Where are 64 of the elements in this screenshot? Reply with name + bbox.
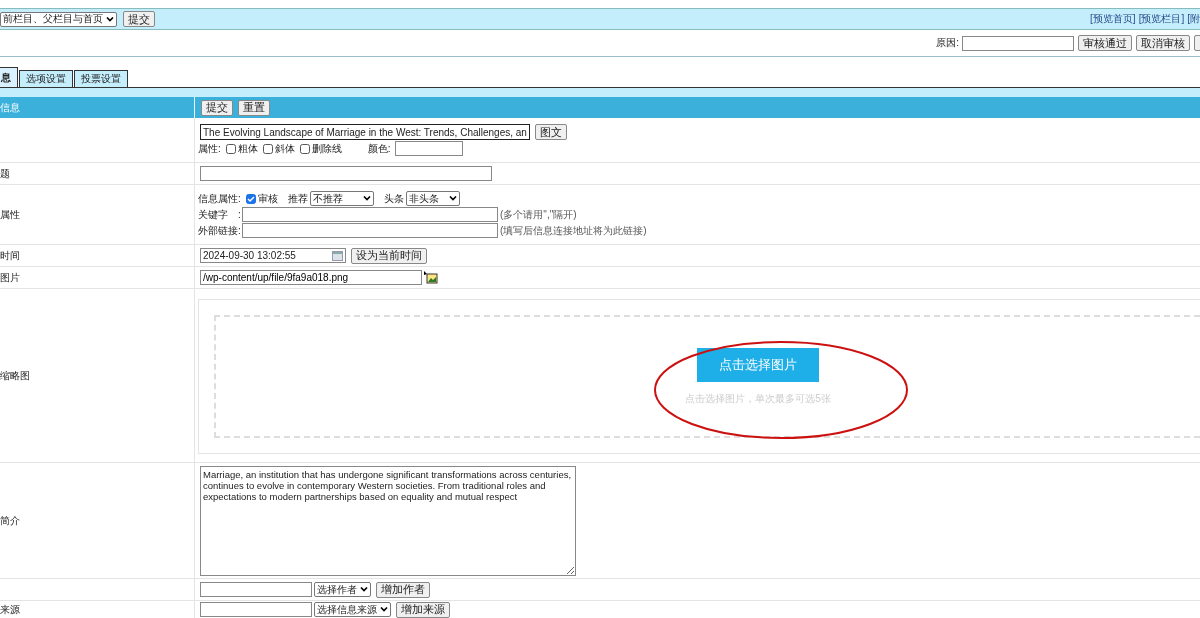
add-author-button[interactable]: 增加作者 bbox=[376, 581, 430, 598]
set-current-time-button[interactable]: 设为当前时间 bbox=[351, 247, 427, 264]
field-label: 缩略图 bbox=[0, 368, 30, 383]
attribute-label: 属性: bbox=[198, 141, 221, 156]
caret-icon bbox=[362, 196, 371, 201]
author-field[interactable] bbox=[200, 582, 312, 597]
reason-field[interactable] bbox=[962, 35, 1074, 51]
section-header: 信息 bbox=[0, 100, 20, 115]
field-label: 图片 bbox=[0, 270, 20, 285]
checkbox[interactable] bbox=[262, 143, 273, 154]
field-label: 属性 bbox=[0, 207, 20, 222]
color-label: 颜色: bbox=[367, 141, 391, 156]
recommend-label: 推荐 bbox=[287, 191, 308, 206]
caret-icon bbox=[380, 607, 388, 612]
external-link-hint: (填写后信息连接地址将为此链接) bbox=[500, 223, 647, 238]
tab[interactable]: 投票设置 bbox=[74, 70, 128, 87]
review-button[interactable]: 取消审核 bbox=[1136, 35, 1190, 51]
field-label: 题 bbox=[0, 166, 10, 181]
tab[interactable]: 选项设置 bbox=[19, 70, 73, 87]
author-select[interactable]: 选择作者 bbox=[314, 582, 371, 597]
external-link-field[interactable] bbox=[242, 223, 498, 238]
field-label: 简介 bbox=[0, 513, 20, 528]
preview-link[interactable]: [预览首页] bbox=[1090, 12, 1136, 26]
date-field[interactable]: 2024-09-30 13:02:55 bbox=[200, 248, 346, 263]
checkbox[interactable] bbox=[225, 143, 236, 154]
scope-select[interactable]: 前栏目、父栏目与首页 bbox=[0, 11, 117, 27]
calendar-icon[interactable] bbox=[332, 250, 343, 261]
color-field[interactable] bbox=[394, 141, 463, 156]
add-source-button[interactable]: 增加来源 bbox=[396, 601, 450, 618]
keyword-hint: (多个请用","隔开) bbox=[500, 207, 577, 222]
keyword-label: 关键字 : bbox=[198, 207, 238, 222]
checkbox[interactable] bbox=[245, 193, 256, 204]
checkbox-label: 删除线 bbox=[311, 141, 342, 156]
external-link-label: 外部链接: bbox=[198, 223, 238, 238]
checkbox-label: 斜体 bbox=[274, 141, 295, 156]
review-button[interactable]: 审核通过 bbox=[1078, 35, 1132, 51]
image-icon[interactable] bbox=[424, 270, 438, 285]
headline-select[interactable]: 非头条 bbox=[405, 191, 460, 206]
checkbox-label: 粗体 bbox=[237, 141, 258, 156]
submit-button[interactable]: 提交 bbox=[123, 11, 155, 27]
title-field[interactable]: The Evolving Landscape of Marriage in the West: Trends, Challenges, an bbox=[200, 124, 530, 140]
form-button[interactable]: 提交 bbox=[201, 99, 233, 116]
preview-link[interactable]: [附 bbox=[1187, 12, 1200, 26]
source-select[interactable]: 选择信息来源 bbox=[314, 602, 391, 617]
subtitle-field[interactable] bbox=[200, 166, 492, 181]
recommend-select[interactable]: 不推荐 bbox=[309, 191, 374, 206]
keyword-field[interactable] bbox=[242, 207, 498, 222]
checkbox-label: 审核 bbox=[257, 191, 278, 206]
checkbox[interactable] bbox=[299, 143, 310, 154]
tab[interactable]: 息 bbox=[0, 67, 18, 87]
caret-icon bbox=[360, 587, 368, 592]
headline-label: 头条 bbox=[383, 191, 404, 206]
picture-path-field[interactable]: /wp-content/up/file/9fa9a018.png bbox=[200, 270, 422, 285]
field-label: 来源 bbox=[0, 602, 20, 617]
form-button[interactable]: 重置 bbox=[238, 99, 270, 116]
source-field[interactable] bbox=[200, 602, 312, 617]
field-label: 时间 bbox=[0, 248, 20, 263]
summary-textarea[interactable]: Marriage, an institution that has undergone significant transformations across centuries, continues to evolve in contemporary Western societies. From traditional roles and expectations to modern partnerships based on equality and mutual respect bbox=[200, 465, 576, 576]
reason-label: 原因: bbox=[936, 36, 959, 50]
info-attribute-label: 信息属性: bbox=[198, 191, 241, 206]
caret-icon bbox=[448, 196, 457, 201]
image-text-button[interactable]: 图文 bbox=[534, 124, 567, 140]
preview-link[interactable]: [预览栏目] bbox=[1138, 12, 1185, 26]
caret-icon bbox=[106, 16, 114, 22]
